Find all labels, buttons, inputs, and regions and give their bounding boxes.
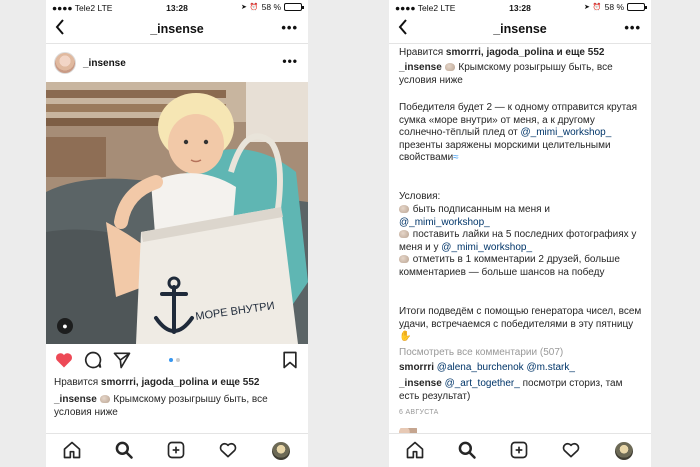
post-actions xyxy=(46,348,308,372)
bottom-tab-bar xyxy=(46,433,308,467)
alarm-icon: ⏰ xyxy=(249,4,259,11)
caption-username[interactable]: _insense xyxy=(54,394,97,405)
comment-username[interactable]: smorrri xyxy=(399,362,434,373)
post-caption: _insense Крымскому розыгрышу быть, все у… xyxy=(54,393,300,419)
post-photo-illustration: МОРЕ ВНУТРИ xyxy=(46,82,308,344)
battery-icon xyxy=(284,3,304,11)
condition-item: быть подписанным на меня и @_mimi_worksh… xyxy=(399,204,550,228)
post-photo[interactable]: МОРЕ ВНУТРИ ● xyxy=(46,82,308,344)
nav-bar: _insense ••• xyxy=(389,14,651,44)
heart-filled-icon[interactable] xyxy=(54,350,74,370)
comment-row: smorrri @alena_burchenok @m.stark_ xyxy=(399,362,643,375)
conditions-title: Условия: xyxy=(399,191,441,202)
post-more-icon[interactable]: ••• xyxy=(282,54,298,68)
clapping-emoji-icon: ✋ xyxy=(399,331,412,342)
add-post-icon[interactable] xyxy=(166,440,188,462)
seashell-emoji-icon xyxy=(399,255,409,263)
post-date: 6 АВГУСТА xyxy=(399,409,439,416)
caption-paragraph-results: Итоги подведём с помощью генератора чисе… xyxy=(399,306,642,342)
seashell-emoji-icon xyxy=(399,230,409,238)
nav-more-icon[interactable]: ••• xyxy=(624,20,641,35)
profile-avatar[interactable] xyxy=(615,442,633,460)
likes-users: smorrri, jagoda_polina xyxy=(100,377,209,388)
mention-link[interactable]: @_mimi_workshop_ xyxy=(399,217,490,228)
battery-percent: 58 % xyxy=(604,2,624,12)
likes-count: и еще 552 xyxy=(553,47,605,58)
likes-line[interactable]: Нравится smorrri, jagoda_polina и еще 55… xyxy=(399,47,643,60)
location-icon: ➤ xyxy=(241,4,247,11)
home-icon[interactable] xyxy=(405,440,427,462)
phone-screen-post: ●●●● Tele2 LTE 13:28 ➤ ⏰ 58 % _insense •… xyxy=(46,0,308,467)
likes-count: и еще 552 xyxy=(208,377,260,388)
post-header: _insense ••• xyxy=(46,47,308,79)
seashell-emoji-icon xyxy=(444,63,455,71)
nav-bar: _insense ••• xyxy=(46,14,308,44)
mention-link[interactable]: @_mimi_workshop_ xyxy=(521,127,612,138)
user-tag-icon[interactable]: ● xyxy=(57,318,73,334)
view-all-comments-link[interactable]: Посмотреть все комментарии (507) xyxy=(399,347,643,360)
carousel-indicator xyxy=(169,358,180,362)
mention-link[interactable]: @_mimi_workshop_ xyxy=(441,242,532,253)
status-bar: ●●●● Tele2 LTE 13:28 ➤ ⏰ 58 % xyxy=(389,0,651,14)
share-icon[interactable] xyxy=(112,350,132,370)
mention-link[interactable]: @_art_together_ xyxy=(445,378,520,389)
caption-username[interactable]: _insense xyxy=(399,62,442,73)
seashell-emoji-icon xyxy=(99,395,110,403)
phone-screen-comments: ●●●● Tele2 LTE 13:28 ➤ ⏰ 58 % _insense •… xyxy=(389,0,651,467)
avatar[interactable] xyxy=(54,52,76,74)
nav-title: _insense xyxy=(150,22,204,36)
nav-title: _insense xyxy=(493,22,547,36)
comment-icon[interactable] xyxy=(83,350,103,370)
battery-percent: 58 % xyxy=(261,2,281,12)
bookmark-icon[interactable] xyxy=(280,350,300,370)
search-icon[interactable] xyxy=(457,440,479,462)
activity-heart-icon[interactable] xyxy=(218,440,240,462)
add-post-icon[interactable] xyxy=(509,440,531,462)
alarm-icon: ⏰ xyxy=(592,4,602,11)
comment-username[interactable]: _insense xyxy=(399,378,442,389)
post-username[interactable]: _insense xyxy=(83,58,126,69)
status-bar: ●●●● Tele2 LTE 13:28 ➤ ⏰ 58 % xyxy=(46,0,308,14)
caption-paragraph-prizes: Победителя будет 2 — к одному отправится… xyxy=(399,102,638,163)
activity-heart-icon[interactable] xyxy=(561,440,583,462)
location-icon: ➤ xyxy=(584,4,590,11)
battery-icon xyxy=(627,3,647,11)
likes-users: smorrri, jagoda_polina xyxy=(445,47,554,58)
seashell-emoji-icon xyxy=(399,205,409,213)
search-icon[interactable] xyxy=(114,440,136,462)
home-icon[interactable] xyxy=(62,440,84,462)
condition-item: отметить в 1 комментарии 2 друзей, больш… xyxy=(399,254,620,278)
likes-line[interactable]: Нравится smorrri, jagoda_polina и еще 55… xyxy=(54,377,259,388)
wave-emoji-icon: ≈ xyxy=(453,152,459,163)
comment-row: _insense @_art_together_ посмотри сториз… xyxy=(399,378,643,403)
bottom-tab-bar xyxy=(389,433,651,467)
caption-intro: _insense Крымскому розыгрышу быть, все у… xyxy=(399,62,643,87)
nav-more-icon[interactable]: ••• xyxy=(281,20,298,35)
comment-mentions[interactable]: @alena_burchenok @m.stark_ xyxy=(437,362,575,373)
condition-item: поставить лайки на 5 последних фотографи… xyxy=(399,229,637,253)
profile-avatar[interactable] xyxy=(272,442,290,460)
